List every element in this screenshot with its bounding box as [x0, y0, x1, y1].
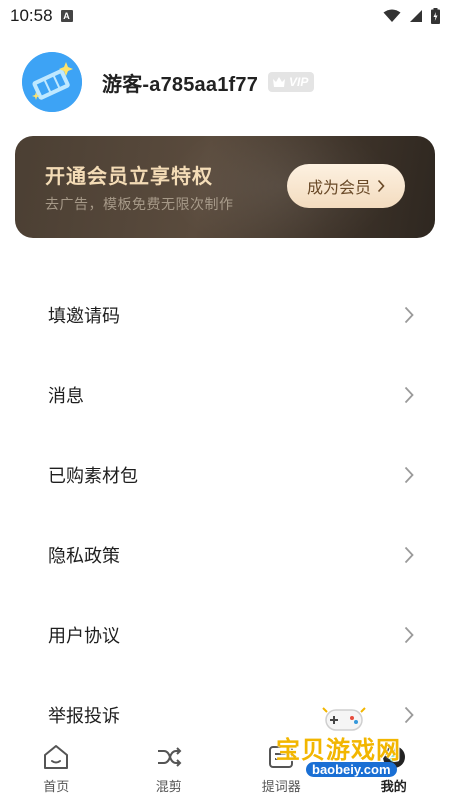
battery-icon [431, 8, 440, 24]
menu-item-label: 已购素材包 [48, 466, 138, 487]
signal-icon [410, 10, 422, 22]
vip-card-subtitle: 去广告，模板免费无限次制作 [45, 197, 234, 213]
chevron-right-icon [404, 466, 414, 484]
tab-label: 首页 [43, 780, 70, 795]
tab-label: 混剪 [155, 780, 182, 795]
menu-item-privacy-policy[interactable]: 隐私政策 [0, 515, 450, 595]
menu-item-invite-code[interactable]: 填邀请码 [0, 275, 450, 355]
tab-home[interactable]: 首页 [0, 736, 113, 800]
menu-item-label: 用户协议 [48, 626, 120, 647]
menu-item-label: 消息 [48, 386, 84, 407]
tab-remix[interactable]: 混剪 [113, 736, 226, 800]
tab-profile[interactable]: 我的 [338, 736, 450, 800]
chevron-right-icon [404, 626, 414, 644]
avatar[interactable] [22, 52, 82, 112]
vip-promo-card[interactable]: 开通会员立享特权 去广告，模板免费无限次制作 成为会员 [15, 136, 435, 238]
menu-item-label: 隐私政策 [48, 546, 120, 567]
chevron-right-icon [404, 706, 414, 724]
shuffle-icon [157, 747, 182, 767]
menu-item-label: 填邀请码 [48, 306, 120, 327]
status-bar: 10:58 A [0, 0, 450, 32]
profile-icon [382, 746, 405, 768]
chevron-right-icon [404, 306, 414, 324]
wifi-icon [383, 9, 401, 22]
crown-icon [273, 77, 286, 87]
home-icon [44, 745, 69, 769]
vip-badge: VIP [268, 72, 315, 92]
tab-label: 我的 [380, 780, 407, 795]
menu-item-purchased-packs[interactable]: 已购素材包 [0, 435, 450, 515]
film-reel-avatar-icon [22, 52, 82, 112]
a-box-icon: A [60, 10, 73, 22]
tab-label: 提词器 [261, 780, 301, 795]
status-icons [383, 8, 440, 24]
menu-item-user-agreement[interactable]: 用户协议 [0, 595, 450, 675]
chevron-right-icon [404, 386, 414, 404]
teleprompter-icon [269, 746, 294, 768]
become-member-label: 成为会员 [306, 178, 371, 197]
bottom-tab-bar: 首页 混剪 提词器 我的 [0, 736, 450, 800]
chevron-right-icon [404, 546, 414, 564]
menu-item-messages[interactable]: 消息 [0, 355, 450, 435]
vip-badge-label: VIP [289, 75, 309, 89]
vip-card-title: 开通会员立享特权 [45, 164, 213, 188]
menu-item-label: 举报投诉 [48, 706, 120, 727]
profile-header: 游客-a785aa1f77 VIP [22, 52, 315, 112]
username: 游客-a785aa1f77 [102, 73, 259, 96]
chevron-right-icon [377, 179, 385, 193]
become-member-button[interactable]: 成为会员 [287, 164, 405, 208]
settings-menu: 填邀请码 消息 已购素材包 隐私政策 用户协议 举报投诉 [0, 275, 450, 755]
tab-teleprompter[interactable]: 提词器 [225, 736, 338, 800]
status-time: 10:58 [10, 6, 53, 25]
